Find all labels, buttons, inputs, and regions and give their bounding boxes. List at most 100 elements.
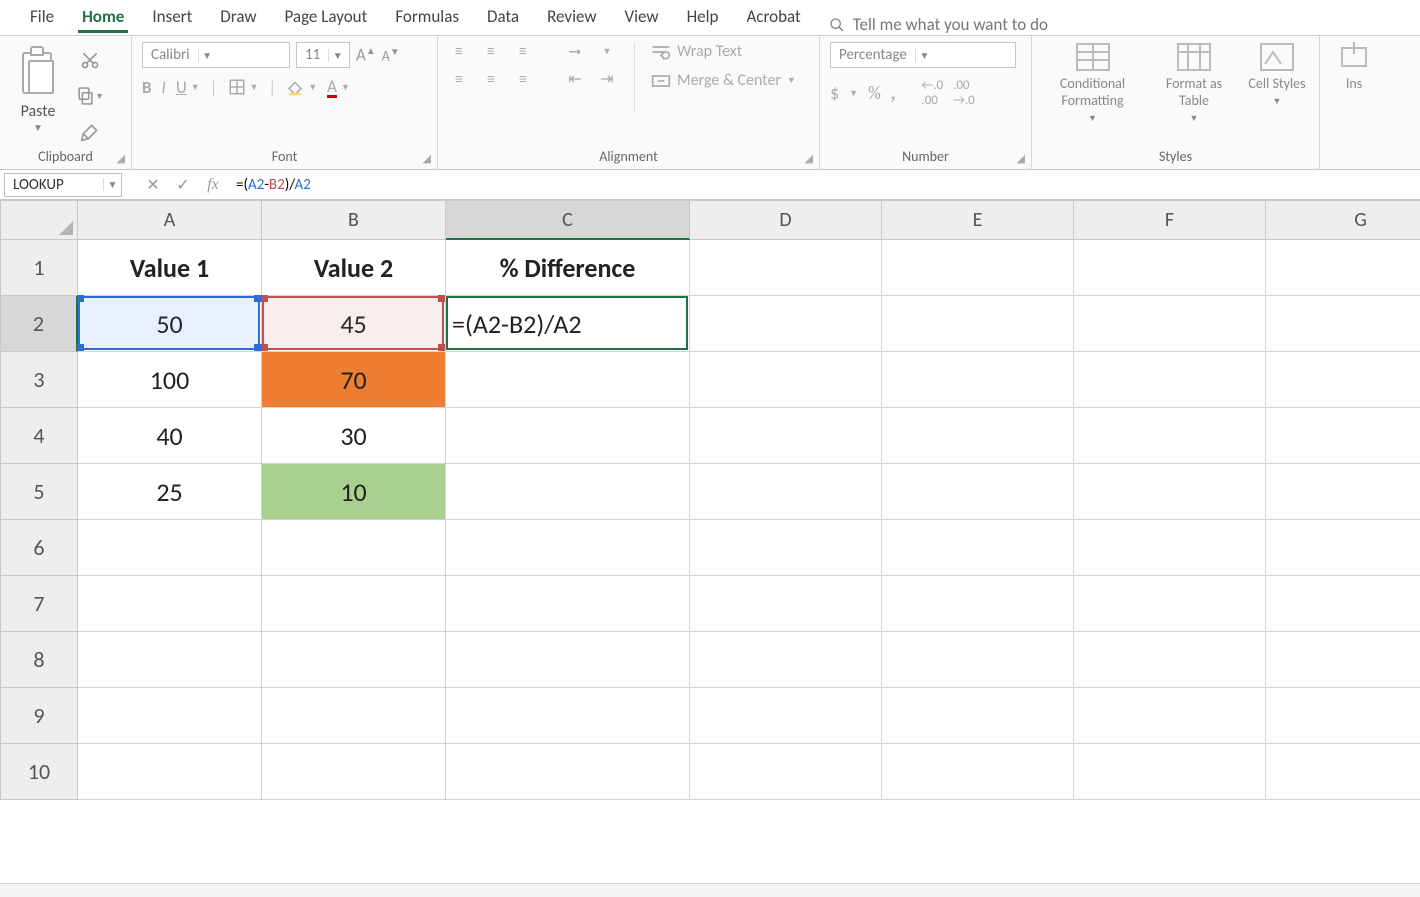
increase-font-button[interactable]: A▲ (356, 44, 376, 66)
dialog-launcher-icon[interactable]: ◢ (1017, 152, 1025, 165)
row-header-4[interactable]: 4 (0, 408, 78, 464)
cell[interactable] (690, 240, 882, 296)
cell[interactable] (1074, 296, 1266, 352)
cancel-formula-button[interactable]: ✕ (138, 175, 168, 195)
cell[interactable] (1074, 744, 1266, 800)
cell[interactable] (1074, 520, 1266, 576)
cell[interactable] (1266, 352, 1420, 408)
chevron-down-icon[interactable]: ▼ (849, 88, 858, 99)
column-header-B[interactable]: B (262, 200, 446, 240)
cell[interactable] (1266, 464, 1420, 520)
cell[interactable] (882, 296, 1074, 352)
cell[interactable] (882, 352, 1074, 408)
cell[interactable] (690, 520, 882, 576)
chevron-down-icon[interactable]: ▼ (328, 49, 346, 62)
chevron-down-icon[interactable]: ▼ (33, 121, 43, 134)
cell[interactable]: 45 (262, 296, 446, 352)
font-size-combo[interactable]: 11▼ (296, 42, 350, 68)
cell[interactable] (1074, 576, 1266, 632)
chevron-down-icon[interactable]: ▼ (198, 49, 216, 62)
cut-button[interactable] (76, 46, 104, 74)
cell[interactable] (1266, 576, 1420, 632)
cell[interactable] (1266, 744, 1420, 800)
formula-input[interactable]: =(A2-B2)/A2 (228, 176, 1420, 194)
chevron-down-icon[interactable]: ▼ (191, 82, 200, 93)
chevron-down-icon[interactable]: ▼ (596, 42, 618, 60)
cell[interactable] (1074, 464, 1266, 520)
row-header-2[interactable]: 2 (0, 296, 78, 352)
cell[interactable] (690, 464, 882, 520)
row-header-3[interactable]: 3 (0, 352, 78, 408)
cell[interactable] (1266, 688, 1420, 744)
cell[interactable] (262, 520, 446, 576)
merge-center-button[interactable]: Merge & Center▼ (651, 71, 796, 90)
percent-format-button[interactable]: % (868, 82, 881, 104)
cell[interactable] (262, 632, 446, 688)
orientation-button[interactable]: ⭢ (564, 42, 586, 60)
align-right-button[interactable]: ≡ (512, 70, 534, 88)
wrap-text-button[interactable]: Wrap Text (651, 42, 796, 61)
tab-view[interactable]: View (611, 0, 673, 35)
cell[interactable] (882, 408, 1074, 464)
tab-file[interactable]: File (16, 0, 68, 35)
column-header-E[interactable]: E (882, 200, 1074, 240)
tab-acrobat[interactable]: Acrobat (732, 0, 814, 35)
cell[interactable] (1266, 296, 1420, 352)
decrease-indent-button[interactable]: ⇤ (564, 70, 586, 88)
cell[interactable] (1074, 408, 1266, 464)
cell[interactable] (1074, 688, 1266, 744)
cell[interactable] (1074, 240, 1266, 296)
column-header-G[interactable]: G (1266, 200, 1420, 240)
underline-button[interactable]: U (176, 77, 187, 98)
format-as-table-button[interactable]: Format as Table▼ (1153, 42, 1235, 124)
cell[interactable] (882, 576, 1074, 632)
cell[interactable] (446, 576, 690, 632)
chevron-down-icon[interactable]: ▼ (250, 82, 259, 93)
cell[interactable]: % Difference (446, 240, 690, 296)
cell[interactable] (78, 688, 262, 744)
align-top-button[interactable]: ≡ (448, 42, 470, 60)
cell[interactable] (1074, 352, 1266, 408)
chevron-down-icon[interactable]: ▼ (787, 75, 796, 86)
cell[interactable] (262, 688, 446, 744)
insert-cells-button[interactable]: Ins (1330, 42, 1378, 93)
cell[interactable] (446, 688, 690, 744)
cell[interactable] (1074, 632, 1266, 688)
cell[interactable] (446, 632, 690, 688)
cell[interactable]: 50 (78, 296, 262, 352)
increase-decimal-button[interactable]: ←.0.00 (921, 78, 943, 108)
align-left-button[interactable]: ≡ (448, 70, 470, 88)
copy-button[interactable]: ▼ (76, 82, 104, 110)
italic-button[interactable]: I (162, 77, 166, 98)
column-header-C[interactable]: C (446, 200, 690, 240)
enter-formula-button[interactable]: ✓ (168, 175, 198, 195)
conditional-formatting-button[interactable]: Conditional Formatting▼ (1042, 42, 1143, 124)
cell[interactable]: 10 (262, 464, 446, 520)
cell[interactable] (690, 352, 882, 408)
cell[interactable] (882, 744, 1074, 800)
cell[interactable] (78, 744, 262, 800)
cell[interactable] (1266, 632, 1420, 688)
row-header-1[interactable]: 1 (0, 240, 78, 296)
bold-button[interactable]: B (142, 77, 152, 98)
row-header-10[interactable]: 10 (0, 744, 78, 800)
cell[interactable]: Value 1 (78, 240, 262, 296)
chevron-down-icon[interactable]: ▼ (915, 49, 933, 62)
cell[interactable] (690, 576, 882, 632)
cell[interactable] (690, 632, 882, 688)
cell[interactable] (446, 352, 690, 408)
accounting-format-button[interactable]: $ (830, 82, 839, 104)
cell[interactable] (690, 688, 882, 744)
borders-button[interactable] (228, 78, 246, 96)
cell[interactable]: 70 (262, 352, 446, 408)
font-color-button[interactable]: A (327, 76, 337, 98)
cell[interactable] (882, 240, 1074, 296)
font-name-combo[interactable]: Calibri▼ (142, 42, 290, 68)
select-all-corner[interactable] (0, 200, 78, 240)
column-header-A[interactable]: A (78, 200, 262, 240)
insert-function-button[interactable]: fx (198, 176, 228, 194)
decrease-decimal-button[interactable]: .00→.0 (953, 78, 975, 108)
tab-home[interactable]: Home (68, 0, 138, 35)
row-header-8[interactable]: 8 (0, 632, 78, 688)
cell[interactable] (882, 464, 1074, 520)
